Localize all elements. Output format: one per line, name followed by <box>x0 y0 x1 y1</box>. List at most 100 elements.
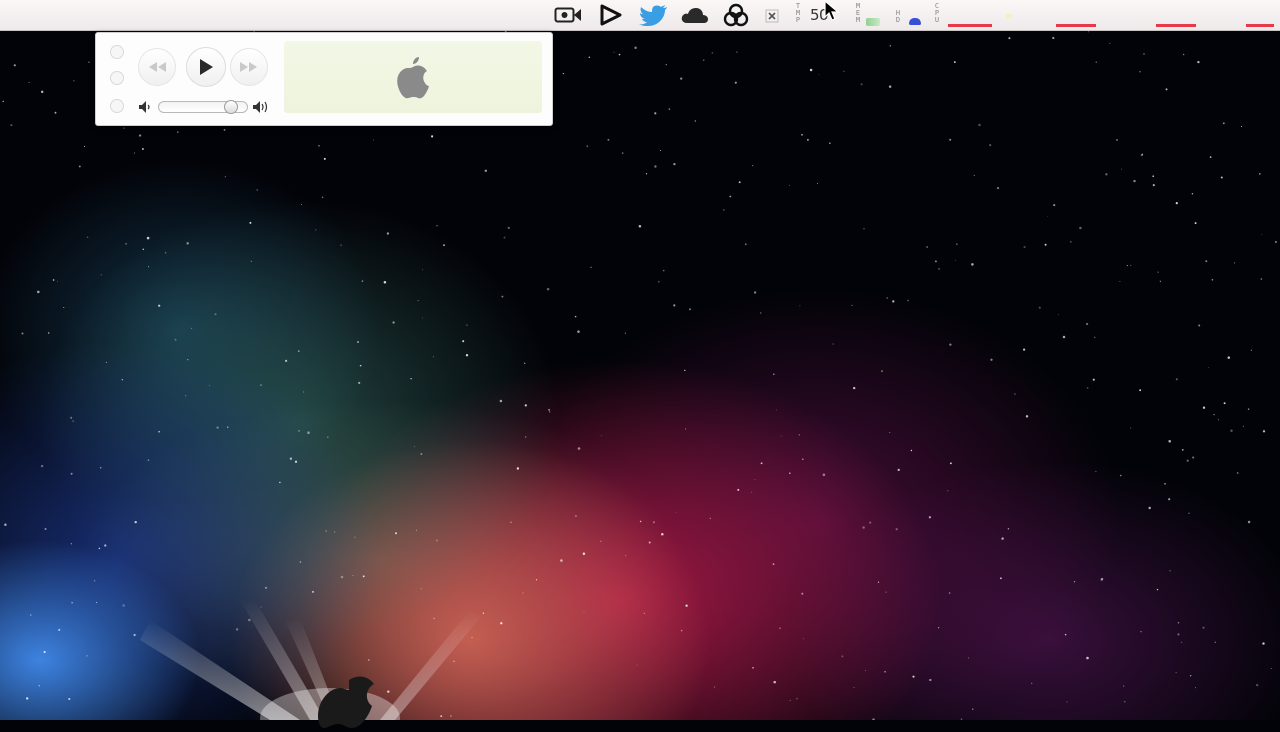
star <box>853 386 856 390</box>
cpu-history-graph[interactable] <box>946 4 1280 27</box>
star <box>1092 378 1095 381</box>
video-camera-icon[interactable] <box>553 3 583 27</box>
graph-segment <box>1006 14 1012 18</box>
rewind-button[interactable] <box>138 48 176 86</box>
star <box>889 431 891 434</box>
star <box>789 699 791 701</box>
star <box>832 343 834 345</box>
star <box>1275 241 1277 243</box>
star <box>1148 506 1151 510</box>
star <box>58 628 61 631</box>
star <box>1223 402 1226 405</box>
memory-meter-bar <box>866 18 880 26</box>
star <box>860 83 863 86</box>
play-icon[interactable] <box>598 3 624 27</box>
star <box>929 678 932 682</box>
star <box>577 330 580 333</box>
recycle-icon[interactable] <box>722 3 750 27</box>
star <box>613 51 615 53</box>
star <box>104 544 107 547</box>
star <box>636 664 638 666</box>
star <box>577 447 581 450</box>
star <box>947 490 949 492</box>
twitter-bird-icon[interactable] <box>638 3 670 27</box>
star <box>829 142 831 144</box>
cpu-meter-label[interactable]: C P U <box>932 3 942 24</box>
star <box>973 174 975 176</box>
star <box>122 604 125 607</box>
star <box>1152 184 1155 187</box>
star <box>2 100 4 103</box>
star <box>359 364 362 367</box>
star <box>40 464 44 468</box>
fast-forward-button[interactable] <box>230 48 268 86</box>
star <box>484 169 488 173</box>
star <box>1133 179 1136 183</box>
star <box>1180 641 1183 644</box>
star <box>1186 459 1189 462</box>
star <box>25 697 29 700</box>
close-box-icon[interactable] <box>764 3 780 27</box>
star <box>433 356 434 358</box>
volume-high-icon[interactable] <box>252 99 272 115</box>
star <box>818 74 820 75</box>
star <box>146 236 150 240</box>
star <box>1139 389 1142 392</box>
star <box>93 580 96 582</box>
volume-low-icon[interactable] <box>138 100 154 114</box>
star <box>78 165 81 168</box>
mouse-pointer-icon <box>824 0 840 21</box>
star <box>809 68 813 72</box>
lcd-display[interactable] <box>284 41 542 113</box>
star <box>176 131 179 134</box>
star <box>500 622 503 625</box>
star <box>431 135 434 138</box>
star <box>863 228 865 230</box>
star <box>586 145 589 148</box>
fast-forward-icon <box>240 62 257 72</box>
star <box>660 150 661 151</box>
star <box>340 244 342 247</box>
star <box>516 467 520 470</box>
star <box>1129 427 1132 429</box>
volume-slider-knob[interactable] <box>224 100 238 114</box>
star <box>354 536 356 538</box>
cloud-icon[interactable] <box>680 3 710 27</box>
zoom-button[interactable] <box>110 99 124 113</box>
star <box>562 72 565 75</box>
star <box>1030 682 1033 685</box>
memory-meter-label[interactable]: M E M <box>853 3 863 24</box>
star <box>789 184 791 186</box>
volume-slider[interactable] <box>158 100 248 114</box>
graph-segment <box>1056 24 1096 27</box>
star <box>1079 226 1082 230</box>
star <box>885 591 887 593</box>
close-button[interactable] <box>110 45 124 59</box>
star <box>618 53 621 56</box>
star <box>415 529 418 531</box>
star <box>134 152 136 154</box>
star <box>462 340 465 343</box>
play-button[interactable] <box>186 47 226 87</box>
star <box>1119 474 1122 477</box>
star <box>1250 349 1252 351</box>
minimize-button[interactable] <box>110 71 124 85</box>
star <box>522 592 524 594</box>
star <box>392 321 395 324</box>
star <box>799 305 801 307</box>
temp-meter-label[interactable]: T M P <box>793 3 803 24</box>
star <box>773 373 775 375</box>
star <box>1198 324 1201 327</box>
star <box>548 408 551 411</box>
star <box>223 129 226 131</box>
star <box>638 225 642 228</box>
disk-meter-label[interactable]: H D <box>893 10 903 24</box>
star <box>1213 414 1215 416</box>
star <box>886 297 889 299</box>
star <box>912 675 915 678</box>
star <box>1230 429 1233 433</box>
star <box>174 338 177 341</box>
star <box>440 715 443 718</box>
star <box>1255 683 1259 687</box>
star <box>1211 279 1214 281</box>
